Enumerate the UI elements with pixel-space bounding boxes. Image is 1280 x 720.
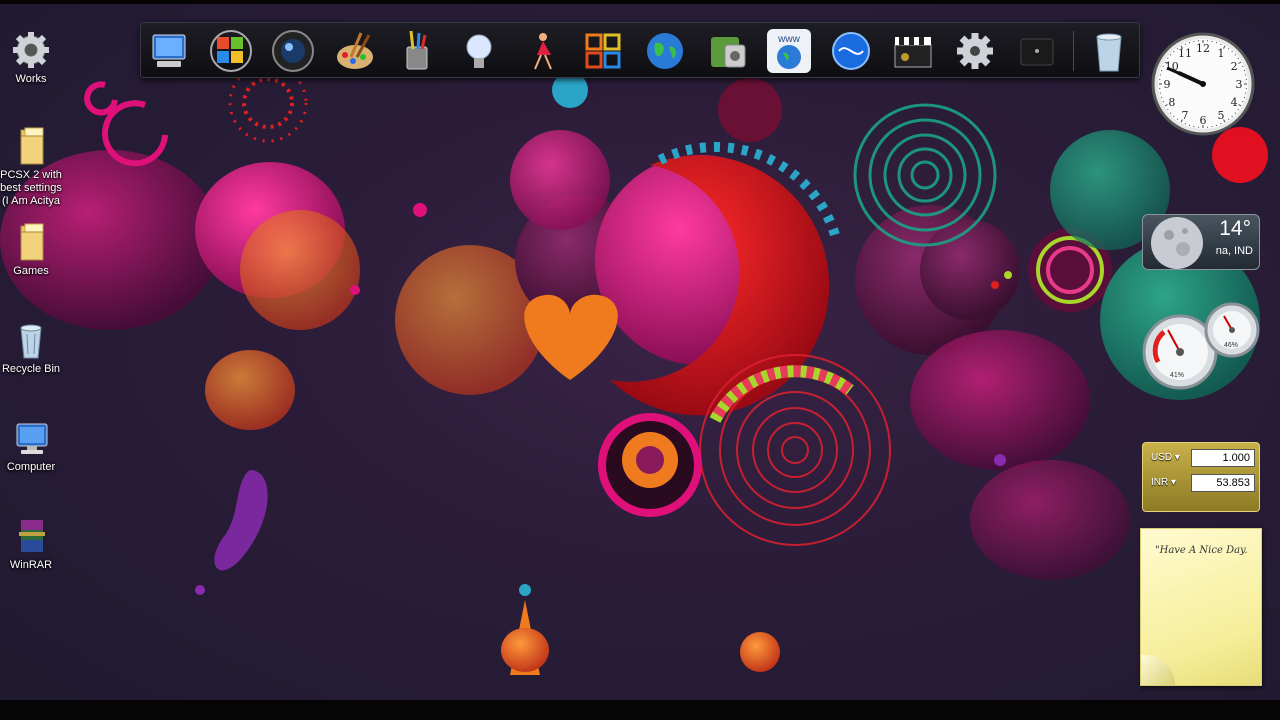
computer-icon	[11, 418, 51, 458]
svg-text:www: www	[777, 34, 800, 45]
recycle-bin-icon	[11, 320, 51, 360]
desktop-icon-games[interactable]: Games	[0, 222, 62, 278]
clock-tick	[1173, 50, 1175, 53]
clock-number: 8	[1168, 96, 1175, 109]
clock-number: 3	[1236, 78, 1243, 91]
moon-icon	[1151, 217, 1203, 269]
currency-to-select[interactable]: INR ▾	[1151, 477, 1176, 488]
desktop-icon-recycle-bin[interactable]: Recycle Bin	[0, 320, 62, 376]
desktop-icon-label: PCSX 2 with best settings (I Am Acitya	[0, 169, 62, 207]
abstract-artwork	[0, 63, 1268, 675]
cpu-meter-dials	[1142, 302, 1260, 390]
cpu-percent: 41%	[1170, 372, 1185, 379]
folder-icon	[11, 222, 51, 262]
clock-tick	[1234, 54, 1237, 56]
clock-number: 12	[1196, 42, 1210, 55]
clock-tick	[1176, 48, 1179, 50]
desktop-icon-label: Recycle Bin	[1, 363, 61, 375]
dancer-icon[interactable]	[517, 27, 565, 75]
clock-number: 11	[1178, 47, 1192, 60]
clock-number: 1	[1218, 47, 1225, 60]
clock-tick	[1167, 57, 1169, 60]
letterbox-bottom	[0, 700, 1280, 720]
light-bulb-icon[interactable]	[455, 27, 503, 75]
pencil-cup-icon[interactable]	[393, 27, 441, 75]
camera-lens-icon[interactable]	[269, 27, 317, 75]
clock-tick	[1167, 108, 1169, 111]
clock-gadget[interactable]: 12 1 2 3 4 5 6 7 8 9 10 11	[1148, 28, 1258, 140]
clock-tick	[1227, 118, 1230, 120]
currency-from-row: USD ▾	[1149, 449, 1257, 467]
clock-tick	[1227, 48, 1230, 50]
clock-tick	[1234, 112, 1237, 114]
clock-tick	[1169, 112, 1172, 114]
desktop-icon-label: Works	[15, 73, 47, 85]
desktop-icon-pcsx2[interactable]: PCSX 2 with best settings (I Am Acitya	[0, 126, 62, 208]
currency-from-input[interactable]	[1191, 449, 1255, 467]
dock-separator	[1073, 31, 1074, 71]
weather-gadget[interactable]: 14° na, IND	[1142, 214, 1260, 270]
clock-number: 4	[1231, 96, 1238, 109]
sticky-note-curl	[1141, 655, 1175, 685]
clock-tick	[1231, 115, 1233, 118]
currency-to-row: INR ▾	[1149, 474, 1257, 492]
desktop-icon-computer[interactable]: Computer	[0, 418, 62, 474]
clock-number: 2	[1231, 60, 1238, 73]
desktop-wallpaper	[0, 0, 1280, 720]
folder-icon	[11, 126, 51, 166]
clock-tick	[1237, 108, 1239, 111]
clock-tick	[1231, 50, 1233, 53]
application-dock: www	[140, 22, 1140, 78]
globe-icon[interactable]	[641, 27, 689, 75]
desktop-icon-label: WinRAR	[9, 559, 53, 571]
winrar-icon	[11, 516, 51, 556]
weather-temperature: 14°	[1219, 217, 1251, 240]
currency-to-input[interactable]	[1191, 474, 1255, 492]
settings-gear-icon[interactable]	[951, 27, 999, 75]
paint-brushes-icon[interactable]	[331, 27, 379, 75]
currency-from-select[interactable]: USD ▾	[1151, 452, 1180, 463]
clock-tick	[1169, 54, 1172, 56]
clock-tick	[1176, 118, 1179, 120]
desktop-icon-works[interactable]: Works	[0, 30, 62, 86]
clock-center	[1200, 81, 1206, 87]
windows-update-icon[interactable]	[207, 27, 255, 75]
analog-clock-face: 12 1234567891011	[1151, 32, 1255, 136]
clock-number: 9	[1164, 78, 1171, 91]
dark-app-icon[interactable]	[1013, 27, 1061, 75]
gear-icon	[11, 30, 51, 70]
memory-percent: 46%	[1224, 342, 1239, 349]
desktop-icon-label: Games	[13, 265, 49, 277]
currency-converter-gadget[interactable]: USD ▾ INR ▾	[1142, 442, 1260, 512]
clapperboard-icon[interactable]	[889, 27, 937, 75]
computer-icon[interactable]	[145, 27, 193, 75]
cpu-meter-gadget[interactable]: 41% 46%	[1140, 302, 1260, 394]
blue-sphere-icon[interactable]	[827, 27, 875, 75]
utilities-icon[interactable]	[703, 27, 751, 75]
sticky-note-text[interactable]: "Have A Nice Day.	[1155, 545, 1248, 556]
sticky-note-gadget[interactable]: "Have A Nice Day.	[1140, 528, 1262, 686]
weather-location: na, IND	[1215, 245, 1253, 257]
desktop-icon-label: Computer	[6, 461, 56, 473]
office-logo-icon[interactable]	[579, 27, 627, 75]
clock-tick	[1237, 57, 1239, 60]
clock-tick	[1173, 115, 1175, 118]
www-globe-icon[interactable]: www	[765, 27, 813, 75]
letterbox-top	[0, 0, 1280, 4]
trash-icon[interactable]	[1085, 27, 1133, 75]
desktop-icon-winrar[interactable]: WinRAR	[0, 516, 62, 572]
